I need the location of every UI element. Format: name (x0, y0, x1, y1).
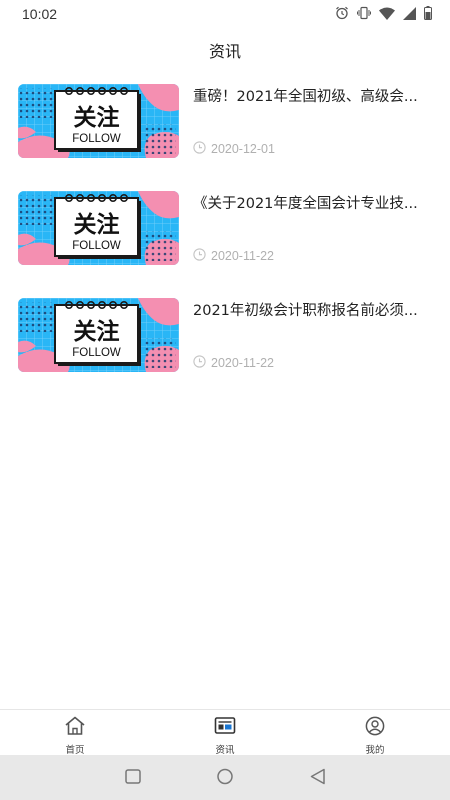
thumb-text-cn: 关注 (74, 104, 120, 131)
tab-label: 我的 (365, 745, 385, 756)
tab-profile[interactable]: 我的 (300, 710, 450, 756)
alarm-icon (335, 6, 349, 20)
system-nav-bar (0, 755, 450, 800)
status-icons (335, 6, 432, 20)
page-title: 资讯 (208, 42, 241, 61)
profile-icon (364, 716, 386, 740)
header: 资讯 (0, 28, 450, 68)
clock-icon (193, 246, 206, 265)
news-item[interactable]: 关注 FOLLOW 重磅！2021年全国初级、高级会... 2020-12-01 (0, 82, 450, 189)
back-button[interactable] (309, 767, 327, 789)
news-thumbnail[interactable]: 关注 FOLLOW (18, 84, 179, 158)
home-button[interactable] (216, 767, 234, 789)
news-thumbnail[interactable]: 关注 FOLLOW (18, 298, 179, 372)
thumb-text-en: FOLLOW (72, 240, 121, 252)
follow-image: 关注 FOLLOW (18, 298, 179, 372)
news-title[interactable]: 2021年初级会计职称报名前必须... (193, 300, 425, 344)
news-item[interactable]: 关注 FOLLOW 2021年初级会计职称报名前必须... 2020-11-22 (0, 296, 450, 403)
status-bar: 10:02 (0, 0, 450, 28)
news-date: 2020-11-22 (211, 355, 275, 370)
news-thumbnail[interactable]: 关注 FOLLOW (18, 191, 179, 265)
news-date: 2020-11-22 (211, 248, 275, 263)
tab-home[interactable]: 首页 (0, 710, 150, 756)
follow-image: 关注 FOLLOW (18, 84, 179, 158)
tab-news[interactable]: 资讯 (150, 710, 300, 756)
signal-icon (403, 6, 416, 20)
news-title[interactable]: 重磅！2021年全国初级、高级会... (193, 86, 425, 130)
home-icon (64, 716, 86, 740)
battery-icon (424, 6, 432, 20)
vibrate-icon (357, 6, 371, 20)
news-date-row: 2020-11-22 (193, 246, 274, 265)
news-date: 2020-12-01 (211, 141, 275, 156)
tab-label: 首页 (65, 745, 85, 756)
status-time: 10:02 (22, 6, 58, 22)
news-icon (214, 716, 236, 740)
thumb-text-cn: 关注 (74, 211, 120, 238)
tab-bar: 首页 资讯 我的 (0, 709, 450, 756)
thumb-text-cn: 关注 (74, 318, 120, 345)
news-item[interactable]: 关注 FOLLOW 《关于2021年度全国会计专业技... 2020-11-22 (0, 189, 450, 296)
news-title[interactable]: 《关于2021年度全国会计专业技... (193, 193, 425, 237)
follow-image: 关注 FOLLOW (18, 191, 179, 265)
wifi-icon (379, 7, 395, 20)
tab-label: 资讯 (215, 745, 235, 756)
news-date-row: 2020-12-01 (193, 139, 275, 158)
thumb-text-en: FOLLOW (72, 133, 121, 145)
news-list: 关注 FOLLOW 重磅！2021年全国初级、高级会... 2020-12-01 (0, 82, 450, 403)
news-date-row: 2020-11-22 (193, 353, 274, 372)
recents-button[interactable] (124, 767, 142, 789)
thumb-text-en: FOLLOW (72, 347, 121, 359)
clock-icon (193, 139, 206, 158)
clock-icon (193, 353, 206, 372)
